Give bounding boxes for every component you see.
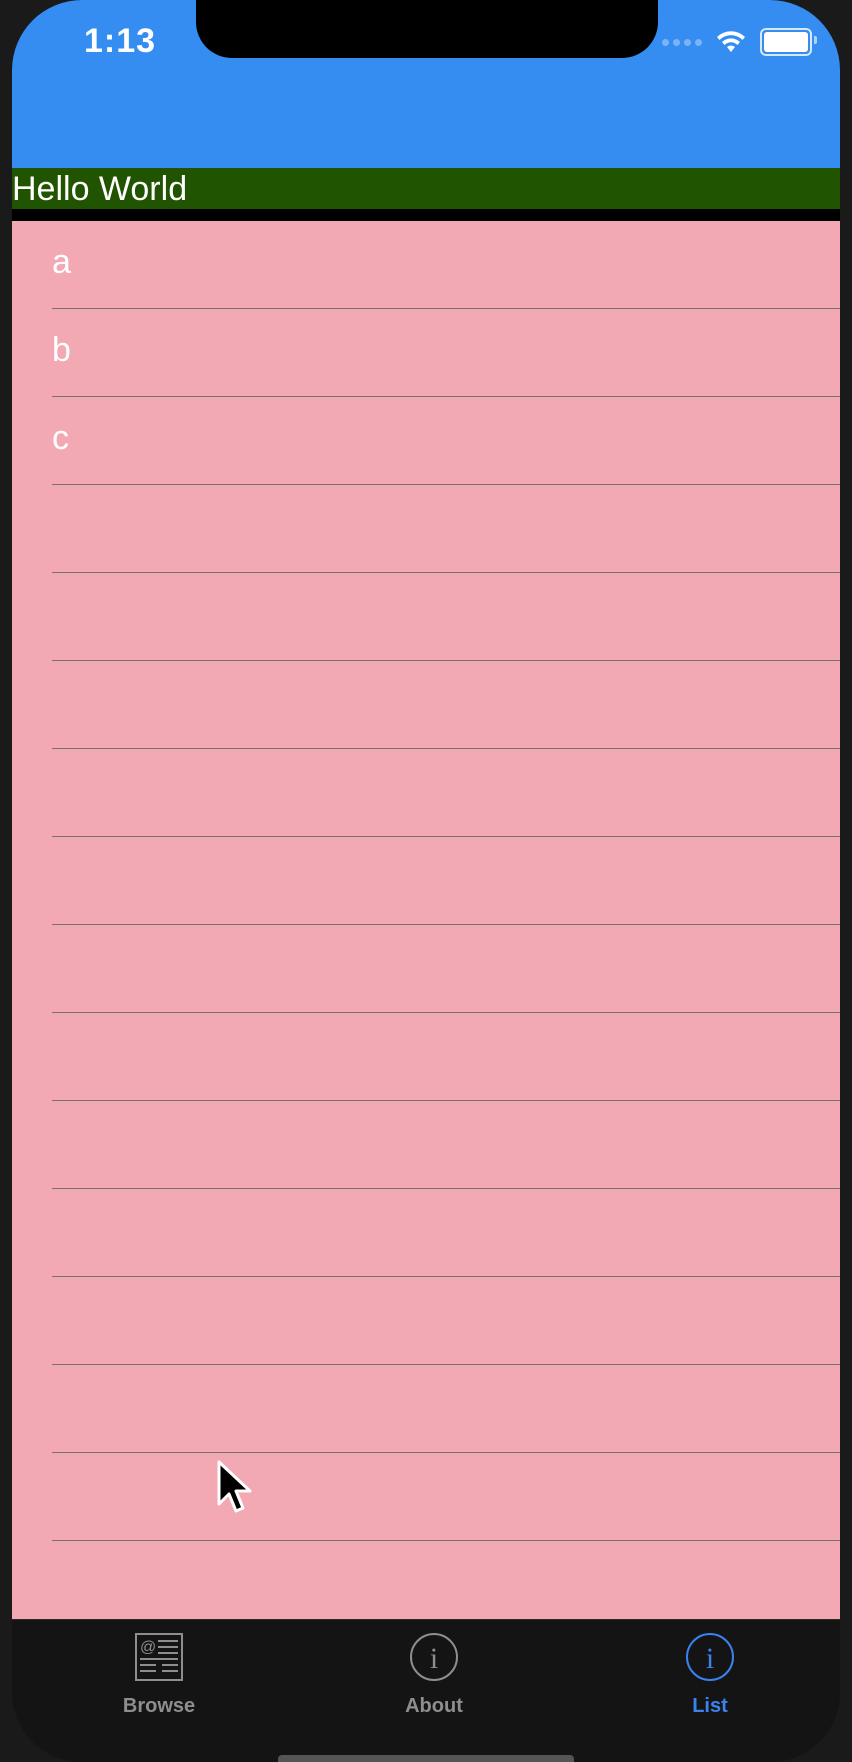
screen: 1:13 Hello World a b c @ Browse i About …	[12, 0, 840, 1762]
tab-list[interactable]: i List	[640, 1632, 780, 1718]
list-item[interactable]	[12, 1189, 840, 1277]
list-item[interactable]: a	[12, 221, 840, 309]
wifi-icon	[717, 31, 745, 52]
device-notch	[196, 0, 658, 58]
list-item[interactable]: c	[12, 397, 840, 485]
tab-list-label: List	[692, 1695, 728, 1717]
home-indicator[interactable]	[278, 1755, 574, 1762]
list-item[interactable]	[12, 573, 840, 661]
info-icon: i	[410, 1633, 458, 1681]
list-item[interactable]	[12, 661, 840, 749]
list-item[interactable]	[12, 749, 840, 837]
tab-about-label: About	[405, 1695, 463, 1717]
svg-text:i: i	[706, 1642, 714, 1675]
list-item[interactable]	[12, 925, 840, 1013]
info-icon: i	[686, 1633, 734, 1681]
svg-text:@: @	[140, 1639, 156, 1656]
cellular-signal-icon	[662, 38, 702, 46]
newspaper-icon: @	[135, 1633, 183, 1681]
list-item[interactable]: b	[12, 309, 840, 397]
tab-browse-label: Browse	[122, 1695, 196, 1717]
list-item[interactable]	[12, 485, 840, 573]
hello-title: Hello World	[12, 170, 188, 208]
list-item-label: b	[52, 331, 71, 369]
list-item[interactable]	[12, 1101, 840, 1189]
list-item[interactable]	[12, 1365, 840, 1453]
list-item[interactable]	[12, 1541, 840, 1619]
list-item[interactable]	[12, 1453, 840, 1541]
device-frame: 1:13 Hello World a b c @ Browse i About …	[0, 0, 852, 1762]
list-item[interactable]	[12, 837, 840, 925]
status-indicators	[662, 28, 817, 56]
status-time: 1:13	[84, 22, 157, 60]
battery-icon	[760, 28, 817, 56]
list-item[interactable]	[12, 1277, 840, 1365]
svg-text:i: i	[430, 1642, 438, 1675]
list[interactable]: a b c	[12, 221, 840, 1619]
tab-browse[interactable]: @ Browse	[89, 1632, 229, 1718]
list-item[interactable]	[12, 1013, 840, 1101]
list-item-label: c	[52, 419, 69, 457]
tab-about[interactable]: i About	[364, 1632, 504, 1718]
mouse-cursor-icon	[217, 1460, 252, 1513]
hello-bar: Hello World	[12, 168, 840, 209]
tab-bar: @ Browse i About i List	[12, 1619, 840, 1762]
list-item-label: a	[52, 243, 71, 281]
divider	[12, 209, 840, 221]
